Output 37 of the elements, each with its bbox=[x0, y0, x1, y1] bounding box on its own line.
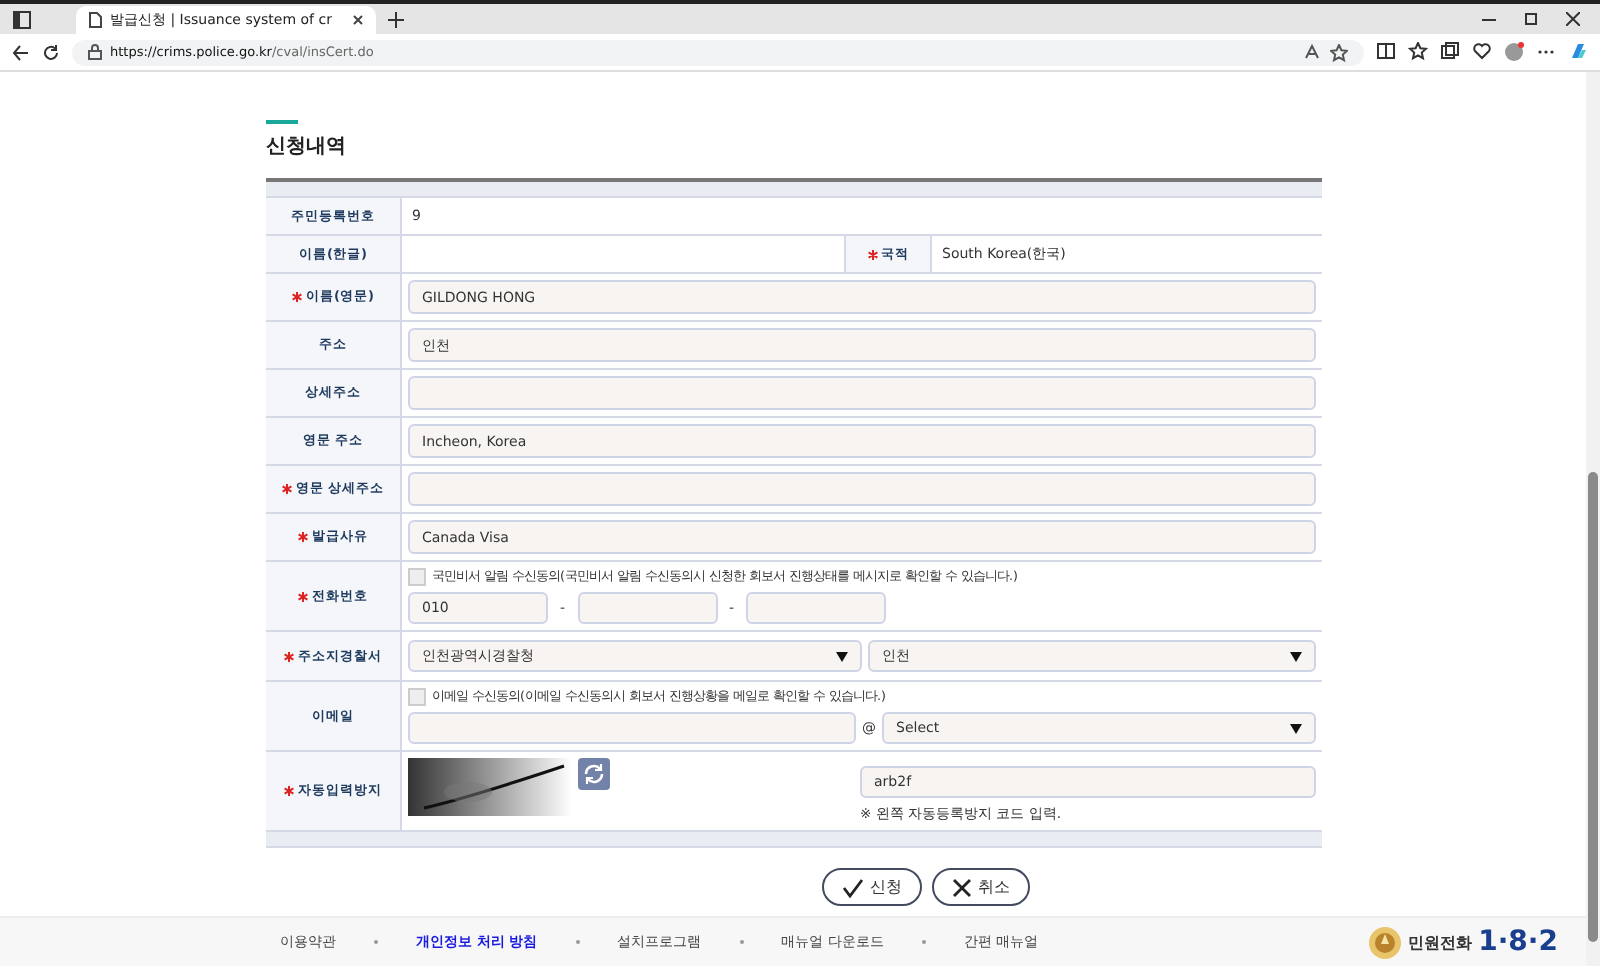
cancel-button[interactable]: 취소 bbox=[932, 868, 1030, 906]
collections-icon[interactable] bbox=[1440, 42, 1460, 62]
split-screen-icon[interactable] bbox=[1376, 42, 1396, 62]
email-field[interactable] bbox=[408, 712, 856, 744]
dropdown-arrow-icon bbox=[1290, 651, 1302, 661]
hotline-label: 민원전화 bbox=[1408, 931, 1473, 953]
checkbox[interactable] bbox=[408, 568, 426, 586]
emblem-icon bbox=[1368, 925, 1403, 959]
heart-icon[interactable] bbox=[1472, 42, 1492, 62]
page-icon bbox=[88, 12, 102, 28]
phone-field[interactable] bbox=[577, 592, 718, 624]
close-icon bbox=[952, 877, 972, 897]
tabs-icon[interactable] bbox=[12, 10, 32, 30]
lock-icon bbox=[88, 44, 102, 60]
input-field[interactable] bbox=[408, 472, 1316, 506]
star-icon[interactable] bbox=[1330, 43, 1348, 61]
back-icon[interactable] bbox=[12, 43, 30, 61]
close-icon[interactable] bbox=[352, 14, 364, 26]
read-aloud-icon[interactable] bbox=[1304, 44, 1322, 60]
checkbox[interactable] bbox=[408, 688, 426, 706]
dropdown-arrow-icon bbox=[1290, 723, 1302, 733]
phone-field[interactable] bbox=[746, 592, 887, 624]
check-icon bbox=[842, 877, 864, 897]
restore-icon[interactable] bbox=[1524, 12, 1538, 26]
reload-icon[interactable] bbox=[42, 43, 60, 61]
dropdown-arrow-icon bbox=[836, 651, 848, 661]
title-accent bbox=[266, 120, 298, 124]
section-title: 신청내역 bbox=[266, 134, 348, 160]
favorites-icon[interactable] bbox=[1408, 42, 1428, 62]
hotline-number: 1·8·2 bbox=[1478, 926, 1558, 958]
plus-icon[interactable] bbox=[388, 12, 404, 28]
scrollbar[interactable] bbox=[1586, 72, 1600, 966]
avatar-icon[interactable] bbox=[1504, 42, 1524, 62]
input-field[interactable] bbox=[408, 376, 1316, 410]
close-icon[interactable] bbox=[1566, 12, 1580, 26]
refresh-icon[interactable] bbox=[578, 758, 610, 790]
submit-button[interactable]: 신청 bbox=[822, 868, 922, 906]
